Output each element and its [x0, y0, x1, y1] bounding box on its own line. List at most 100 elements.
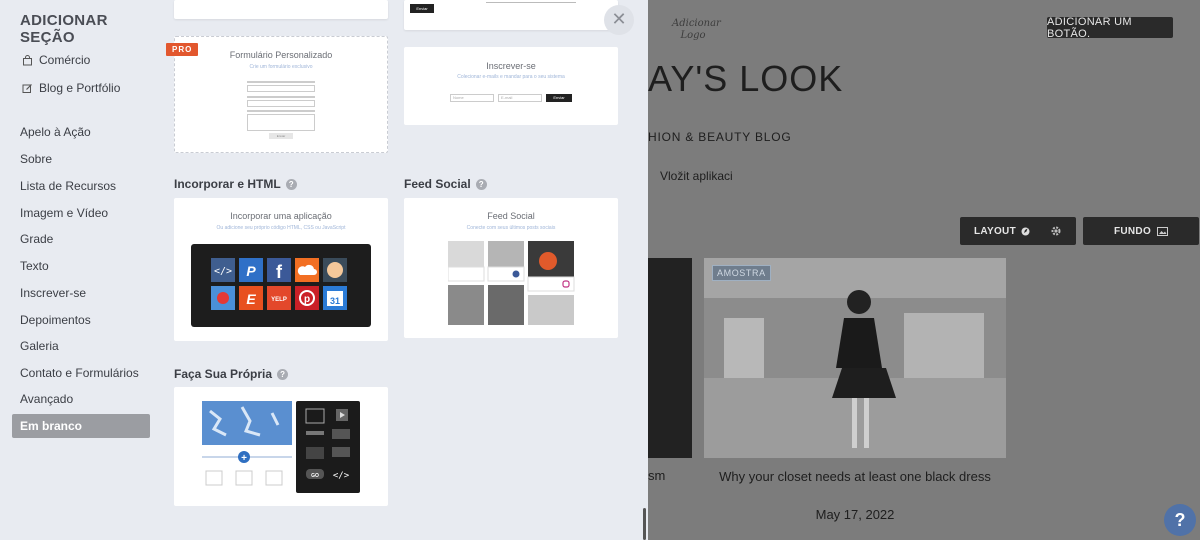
svg-text:31: 31: [330, 296, 340, 306]
shopping-bag-icon: [20, 53, 34, 67]
subscribe-name-field: Nome: [450, 94, 494, 102]
sidebar-item-advanced[interactable]: Avançado: [12, 387, 150, 411]
app-grid-frame: </> P f E YELP p 31: [191, 244, 371, 327]
subscribe-email-field: E-mail: [498, 94, 542, 102]
post-title[interactable]: Why your closet needs at least one black…: [704, 468, 1006, 485]
sidebar-item-contact[interactable]: Contato e Formulários: [12, 361, 150, 385]
panel-scrollbar[interactable]: [643, 508, 646, 540]
gear-icon[interactable]: [1050, 225, 1062, 237]
submit-mini-button: Enviar: [410, 4, 434, 13]
svg-text:P: P: [246, 263, 256, 279]
heading-text: Incorporar e HTML: [174, 177, 281, 191]
background-button[interactable]: FUNDO: [1083, 217, 1199, 245]
sidebar-item-label: Imagem e Vídeo: [20, 206, 109, 220]
embed-apps-icon: </> P f E YELP p 31: [211, 258, 347, 310]
form-field: [247, 85, 315, 92]
sidebar-item-label: Contato e Formulários: [20, 366, 139, 380]
form-submit: Enviar: [269, 133, 293, 139]
sidebar-item-label: Apelo à Ação: [20, 125, 91, 139]
section-thumb-partial-left[interactable]: [174, 0, 388, 19]
sidebar: ADICIONAR SEÇÃO Comércio Blog e Portfóli…: [0, 0, 160, 540]
post-image-left[interactable]: [648, 258, 692, 458]
sidebar-item-label: Sobre: [20, 152, 53, 166]
thumb-subtitle: Crie um formulário exclusivo: [249, 64, 313, 70]
logo-placeholder[interactable]: Adicionar Logo: [672, 18, 721, 42]
pro-badge: PRO: [166, 43, 199, 56]
thumb-title: Inscrever-se: [486, 61, 536, 71]
sidebar-item-about[interactable]: Sobre: [12, 147, 150, 171]
svg-text:GO: GO: [311, 473, 319, 479]
help-button[interactable]: ?: [1164, 504, 1196, 536]
svg-text:p: p: [304, 294, 310, 305]
sidebar-item-label: Avançado: [20, 392, 74, 406]
sidebar-item-commerce[interactable]: Comércio: [12, 48, 150, 72]
sidebar-item-label: Grade: [20, 232, 54, 246]
section-thumb-partial-right[interactable]: Enviar: [404, 0, 618, 30]
close-panel-button[interactable]: ✕: [604, 5, 634, 35]
photo-woman-illustration: [704, 258, 1006, 458]
sidebar-item-text[interactable]: Texto: [12, 254, 150, 278]
sidebar-item-label: Galeria: [20, 339, 59, 353]
subscribe-button: Enviar: [546, 94, 572, 102]
help-icon[interactable]: ?: [285, 178, 297, 190]
form-label: [247, 110, 315, 112]
site-hero-title: AY'S LOOK: [648, 58, 844, 99]
post-image[interactable]: AMOSTRA: [704, 258, 1006, 458]
sidebar-item-label: Comércio: [39, 53, 91, 67]
section-thumb-subscribe[interactable]: Inscrever-se Colecionar e-mails e mandar…: [404, 47, 618, 125]
app-root: ADICIONAR SEÇÃO Comércio Blog e Portfóli…: [0, 0, 1200, 540]
sidebar-item-subscribe[interactable]: Inscrever-se: [12, 281, 150, 305]
svg-text:YELP: YELP: [271, 297, 287, 303]
thumb-subtitle: Conecte com seus últimos posts sociais: [466, 225, 556, 231]
site-preview-overlay: Adicionar Logo ADICIONAR UM BOTÃO. AY'S …: [648, 0, 1200, 540]
thumb-title: Incorporar uma aplicação: [230, 211, 332, 221]
left-post-title-fragment: sm: [648, 468, 666, 483]
site-subtitle: HION & BEAUTY BLOG: [648, 130, 792, 144]
section-panel: Enviar Formulário Personalizado Crie um …: [160, 0, 648, 540]
layout-button[interactable]: LAYOUT: [960, 217, 1076, 245]
help-icon[interactable]: ?: [277, 368, 289, 380]
sidebar-item-gallery[interactable]: Galeria: [12, 334, 150, 358]
heading-text: Feed Social: [404, 177, 471, 191]
svg-text:</>: </>: [214, 266, 232, 277]
svg-text:E: E: [246, 291, 256, 307]
sidebar-item-label: Blog e Portfólio: [39, 81, 121, 95]
sidebar-item-features[interactable]: Lista de Recursos: [12, 174, 150, 198]
form-textarea: [247, 114, 315, 131]
help-icon[interactable]: ?: [475, 178, 487, 190]
sidebar-item-label: Inscrever-se: [20, 286, 87, 300]
sidebar-item-blog[interactable]: Blog e Portfólio: [12, 76, 150, 100]
sidebar-item-label: Texto: [20, 259, 49, 273]
section-thumb-custom-form[interactable]: Formulário Personalizado Crie um formulá…: [174, 36, 388, 153]
thumb-title: Feed Social: [487, 211, 535, 221]
heading-text: Faça Sua Própria: [174, 367, 273, 381]
sidebar-item-blank[interactable]: Em branco: [12, 414, 150, 438]
sidebar-title: ADICIONAR SEÇÃO: [20, 12, 108, 46]
add-button-cta[interactable]: ADICIONAR UM BOTÃO.: [1047, 16, 1173, 40]
section-heading-embed: Incorporar e HTML ?: [174, 177, 297, 191]
form-field: [247, 100, 315, 107]
social-feed-grid-icon: [448, 241, 575, 325]
sidebar-item-cta[interactable]: Apelo à Ação: [12, 120, 150, 144]
embed-app-text: Vložit aplikaci: [660, 169, 733, 183]
section-heading-social: Feed Social ?: [404, 177, 487, 191]
compass-icon: [1021, 227, 1030, 236]
sidebar-item-grid[interactable]: Grade: [12, 227, 150, 251]
blank-builder-icon: + GO </>: [202, 401, 360, 493]
background-label: FUNDO: [1113, 225, 1152, 237]
sidebar-item-label: Em branco: [20, 419, 83, 433]
svg-text:f: f: [276, 262, 283, 282]
svg-text:+: +: [241, 453, 247, 464]
section-heading-diy: Faça Sua Própria ?: [174, 367, 289, 381]
sidebar-item-testimonials[interactable]: Depoimentos: [12, 308, 150, 332]
form-label: [247, 81, 315, 83]
section-thumb-embed[interactable]: Incorporar uma aplicação Ou adicione seu…: [174, 198, 388, 341]
thumb-title: Formulário Personalizado: [229, 50, 333, 60]
image-icon: [1157, 226, 1169, 236]
layout-label: LAYOUT: [974, 225, 1016, 237]
sidebar-item-image-video[interactable]: Imagem e Vídeo: [12, 201, 150, 225]
svg-text:</>: </>: [333, 471, 350, 481]
section-thumb-social-feed[interactable]: Feed Social Conecte com seus últimos pos…: [404, 198, 618, 338]
sidebar-item-label: Lista de Recursos: [20, 179, 117, 193]
section-thumb-blank[interactable]: + GO </>: [174, 387, 388, 506]
